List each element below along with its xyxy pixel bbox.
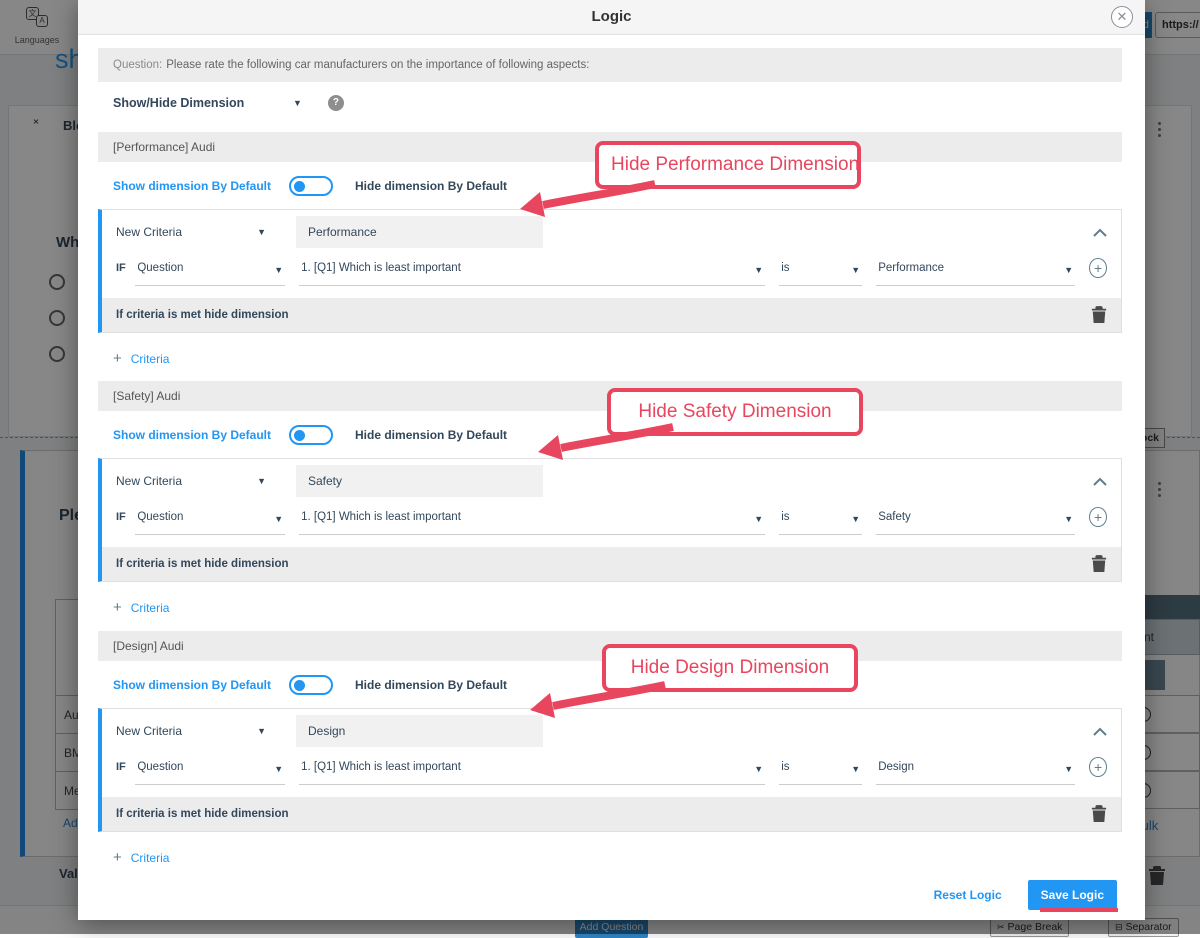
question-context-bar: Question:Please rate the following car m… — [98, 48, 1122, 82]
chevron-down-icon[interactable]: ▼ — [293, 98, 302, 108]
delete-criteria-icon[interactable] — [1091, 555, 1107, 573]
plus-icon: + — [113, 350, 122, 367]
delete-criteria-icon[interactable] — [1091, 306, 1107, 324]
toggle-knob — [294, 430, 305, 441]
criteria-action-bar: If criteria is met hide dimension — [102, 797, 1121, 831]
collapse-criteria-icon[interactable] — [1093, 228, 1107, 237]
default-toggle[interactable] — [289, 176, 333, 196]
criteria-title-row: New Criteria▼ Safety — [102, 459, 1121, 497]
logic-type-row: Show/Hide Dimension ▼ ? — [113, 95, 344, 111]
delete-criteria-icon[interactable] — [1091, 805, 1107, 823]
hide-default-label: Hide dimension By Default — [355, 428, 507, 442]
hide-default-label: Hide dimension By Default — [355, 179, 507, 193]
add-condition-icon[interactable]: + — [1089, 507, 1107, 527]
default-toggle[interactable] — [289, 675, 333, 695]
help-icon[interactable]: ? — [328, 95, 344, 111]
dimension-name-input[interactable]: Design — [296, 715, 543, 747]
add-condition-icon[interactable]: + — [1089, 258, 1107, 278]
chevron-down-icon: ▼ — [257, 476, 266, 486]
dimension-name-input[interactable]: Performance — [296, 216, 543, 248]
default-toggle[interactable] — [289, 425, 333, 445]
criteria-card: New Criteria▼ Safety IF Question▼ 1. [Q1… — [98, 458, 1122, 582]
add-criteria-button[interactable]: +Criteria — [113, 849, 1122, 866]
toggle-knob — [294, 680, 305, 691]
criteria-card: New Criteria▼ Design IF Question▼ 1. [Q1… — [98, 708, 1122, 832]
hide-default-label: Hide dimension By Default — [355, 678, 507, 692]
collapse-criteria-icon[interactable] — [1093, 477, 1107, 486]
plus-icon: + — [113, 599, 122, 616]
add-criteria-button[interactable]: +Criteria — [113, 599, 1122, 616]
show-default-label[interactable]: Show dimension By Default — [113, 678, 271, 692]
source-question-dropdown[interactable]: 1. [Q1] Which is least important▼ — [299, 258, 765, 286]
save-button-underline-annotation — [1040, 908, 1118, 912]
if-label: IF — [116, 262, 135, 274]
criteria-name-dropdown[interactable]: New Criteria▼ — [116, 724, 266, 738]
modal-title: Logic — [78, 0, 1145, 34]
reset-logic-link[interactable]: Reset Logic — [934, 888, 1002, 902]
operator-dropdown[interactable]: is▼ — [779, 258, 862, 286]
close-icon[interactable]: ✕ — [1111, 6, 1133, 28]
chevron-down-icon: ▼ — [257, 227, 266, 237]
dimension-name-input[interactable]: Safety — [296, 465, 543, 497]
add-criteria-button[interactable]: +Criteria — [113, 350, 1122, 367]
value-dropdown[interactable]: Safety▼ — [876, 507, 1075, 535]
annotation-arrow — [535, 422, 677, 460]
criteria-action-bar: If criteria is met hide dimension — [102, 547, 1121, 581]
save-logic-button[interactable]: Save Logic — [1028, 880, 1117, 910]
criteria-name-dropdown[interactable]: New Criteria▼ — [116, 474, 266, 488]
source-question-dropdown[interactable]: 1. [Q1] Which is least important▼ — [299, 507, 765, 535]
logic-type-dropdown[interactable]: Show/Hide Dimension — [113, 96, 293, 110]
add-condition-icon[interactable]: + — [1089, 757, 1107, 777]
operator-dropdown[interactable]: is▼ — [779, 757, 862, 785]
condition-row: IF Question▼ 1. [Q1] Which is least impo… — [102, 747, 1121, 791]
collapse-criteria-icon[interactable] — [1093, 727, 1107, 736]
criteria-name-dropdown[interactable]: New Criteria▼ — [116, 225, 266, 239]
show-default-label[interactable]: Show dimension By Default — [113, 179, 271, 193]
source-type-dropdown[interactable]: Question▼ — [135, 258, 285, 286]
source-type-dropdown[interactable]: Question▼ — [135, 757, 285, 785]
criteria-action-bar: If criteria is met hide dimension — [102, 298, 1121, 332]
if-label: IF — [116, 511, 135, 523]
chevron-down-icon: ▼ — [257, 726, 266, 736]
source-question-dropdown[interactable]: 1. [Q1] Which is least important▼ — [299, 757, 765, 785]
value-dropdown[interactable]: Design▼ — [876, 757, 1075, 785]
criteria-card: New Criteria▼ Performance IF Question▼ 1… — [98, 209, 1122, 333]
logic-modal: Logic ✕ Question:Please rate the followi… — [78, 0, 1145, 920]
if-label: IF — [116, 761, 135, 773]
plus-icon: + — [113, 849, 122, 866]
operator-dropdown[interactable]: is▼ — [779, 507, 862, 535]
source-type-dropdown[interactable]: Question▼ — [135, 507, 285, 535]
annotation-arrow — [517, 179, 659, 217]
modal-footer: Reset Logic Save Logic — [934, 880, 1117, 910]
condition-row: IF Question▼ 1. [Q1] Which is least impo… — [102, 497, 1121, 541]
value-dropdown[interactable]: Performance▼ — [876, 258, 1075, 286]
modal-header: Logic ✕ — [78, 0, 1145, 35]
toggle-knob — [294, 181, 305, 192]
annotation-arrow — [527, 680, 669, 718]
condition-row: IF Question▼ 1. [Q1] Which is least impo… — [102, 248, 1121, 292]
show-default-label[interactable]: Show dimension By Default — [113, 428, 271, 442]
